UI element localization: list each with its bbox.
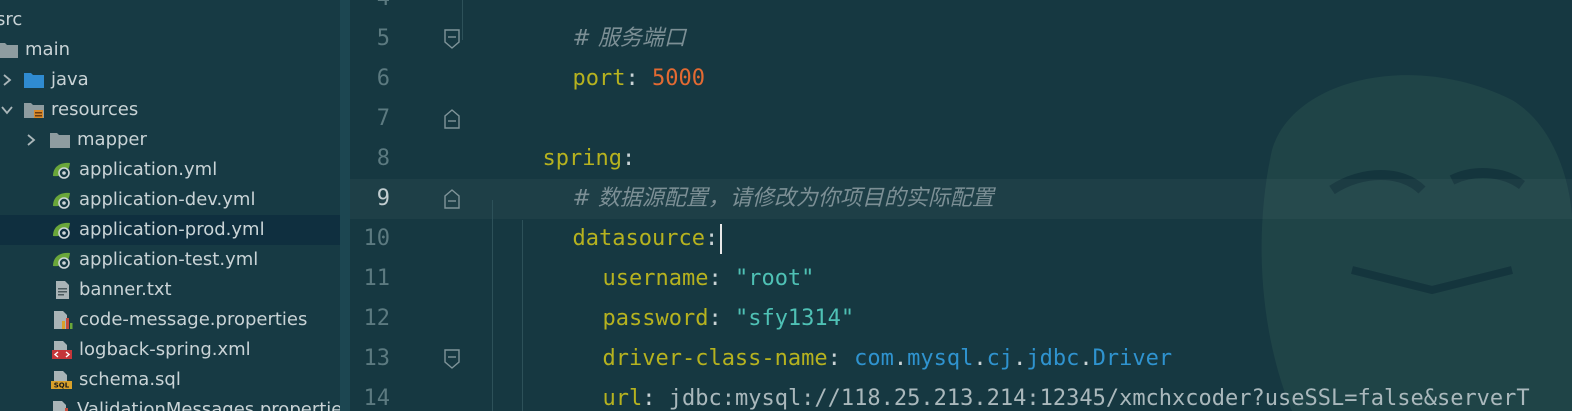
- tree-item-application-yml[interactable]: application.yml: [0, 155, 340, 185]
- code-line-8[interactable]: # 数据源配置，请修改为你项目的实际配置: [493, 139, 993, 211]
- yaml-plain-value: jdbc:mysql://118.25.213.214:12345/xmchxc…: [668, 386, 1530, 411]
- tree-item-label: ValidationMessages.properties: [77, 399, 340, 411]
- tree-item-logback-spring-xml[interactable]: logback-spring.xml: [0, 335, 340, 365]
- tree-item-label: mapper: [77, 129, 147, 150]
- code-line-13[interactable]: url: jdbc:mysql://118.25.213.214:12345/x…: [523, 339, 1529, 411]
- text-file-icon: [50, 279, 74, 301]
- spring-yml-icon: [50, 189, 74, 211]
- tree-item-src[interactable]: src: [0, 5, 336, 35]
- tree-item-label: logback-spring.xml: [79, 339, 251, 360]
- tree-item-main[interactable]: main: [0, 35, 336, 65]
- fold-start-icon[interactable]: [443, 189, 461, 209]
- line-number: 11: [363, 266, 391, 291]
- tree-item-application-test-yml[interactable]: application-test.yml: [0, 245, 340, 275]
- fold-start-icon[interactable]: [443, 109, 461, 129]
- line-number: 8: [376, 146, 390, 171]
- code-line-9[interactable]: datasource:: [493, 179, 723, 254]
- tree-item-application-dev-yml[interactable]: application-dev.yml: [0, 185, 340, 215]
- ide-window: src main java resources mapper applicati…: [0, 0, 1572, 411]
- line-number: 10: [363, 226, 391, 251]
- tree-item-code-message-properties[interactable]: code-message.properties: [0, 305, 340, 335]
- yaml-colon: :: [642, 386, 656, 411]
- line-number: 14: [363, 386, 391, 411]
- tree-item-label: schema.sql: [79, 369, 181, 390]
- line-number: 6: [376, 66, 390, 91]
- tree-item-banner-txt[interactable]: banner.txt: [0, 275, 340, 305]
- line-number: 5: [376, 26, 390, 51]
- folder-icon: [0, 39, 20, 61]
- line-number: 7: [376, 106, 390, 131]
- code-line-7[interactable]: spring:: [463, 99, 635, 171]
- yaml-colon: :: [625, 66, 639, 91]
- code-line-11[interactable]: password: "sfy1314": [523, 259, 854, 331]
- tree-item-label: application-prod.yml: [79, 219, 265, 240]
- tree-item-label: src: [0, 9, 23, 30]
- yaml-key: port: [572, 66, 626, 91]
- panel-splitter[interactable]: [340, 0, 350, 411]
- code-editor[interactable]: 4 5 6 7 8 9 10 11 12 13 14: [350, 0, 1572, 411]
- tree-item-label: resources: [51, 99, 139, 120]
- chevron-right-icon[interactable]: [0, 65, 14, 95]
- tree-item-mapper[interactable]: mapper: [0, 125, 340, 155]
- folder-icon: [48, 129, 72, 151]
- indent-guide: [462, 0, 463, 40]
- tree-item-label: application-test.yml: [79, 249, 259, 270]
- line-number-current: 9: [376, 186, 390, 211]
- spring-yml-icon: [50, 249, 74, 271]
- tree-item-label: application-dev.yml: [79, 189, 256, 210]
- tree-item-label: code-message.properties: [79, 309, 308, 330]
- project-tree: src main java resources mapper applicati…: [0, 0, 340, 411]
- editor-gutter: 4 5 6 7 8 9 10 11 12 13 14: [350, 0, 462, 411]
- tree-item-label: application.yml: [79, 159, 218, 180]
- line-number: 13: [363, 346, 391, 371]
- properties-file-icon: [50, 399, 72, 411]
- svg-text:SQL: SQL: [54, 382, 70, 390]
- xml-file-icon: [50, 339, 74, 361]
- properties-file-icon: [50, 309, 74, 331]
- sql-file-icon: SQL: [50, 369, 74, 391]
- chevron-right-icon[interactable]: [24, 125, 38, 155]
- code-line-12[interactable]: driver-class-name: com.mysql.cj.jdbc.Dri…: [523, 299, 1172, 371]
- resources-folder-icon: [22, 99, 46, 121]
- source-folder-icon: [22, 69, 46, 91]
- yaml-key: url: [602, 386, 643, 411]
- line-number: 12: [363, 306, 391, 331]
- code-line-4[interactable]: # 服务端口: [493, 0, 685, 51]
- tree-item-label: main: [25, 39, 70, 60]
- chevron-down-icon[interactable]: [0, 95, 14, 125]
- tree-item-java[interactable]: java: [0, 65, 340, 95]
- tree-item-application-prod-yml[interactable]: application-prod.yml: [0, 215, 340, 245]
- line-number: 4: [350, 0, 390, 19]
- tree-item-label: banner.txt: [79, 279, 172, 300]
- code-line-5[interactable]: port: 5000: [493, 19, 704, 91]
- yaml-number-value: 5000: [651, 66, 705, 91]
- tree-item-resources[interactable]: resources: [0, 95, 340, 125]
- tree-item-schema-sql[interactable]: SQL schema.sql: [0, 365, 340, 395]
- tree-item-validationmessages-properties[interactable]: ValidationMessages.properties: [0, 395, 340, 411]
- spring-yml-icon: [50, 219, 74, 241]
- fold-end-icon[interactable]: [443, 29, 461, 49]
- code-line-10[interactable]: username: "root": [523, 219, 814, 291]
- spring-yml-icon: [50, 159, 74, 181]
- tree-item-label: java: [51, 69, 89, 90]
- fold-end-icon[interactable]: [443, 349, 461, 369]
